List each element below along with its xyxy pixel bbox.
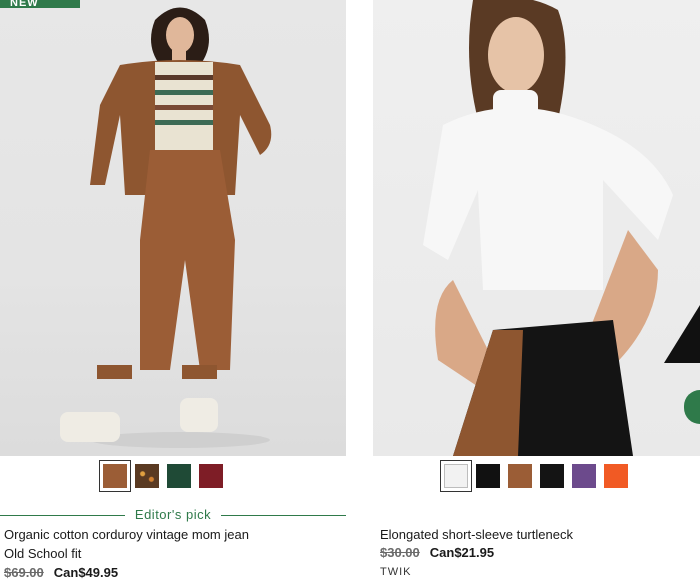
- swatch-floral[interactable]: [135, 464, 159, 488]
- promo-banner[interactable]: [664, 305, 700, 363]
- swatch-black[interactable]: [476, 464, 500, 488]
- original-price: $30.00: [380, 545, 420, 560]
- swatch-white[interactable]: [440, 460, 472, 492]
- swatch-brown[interactable]: [99, 460, 131, 492]
- swatch-green[interactable]: [167, 464, 191, 488]
- product-fit: Old School fit: [4, 546, 82, 561]
- swatch-burgundy[interactable]: [199, 464, 223, 488]
- model-photo: [423, 0, 673, 456]
- model-photo: [60, 7, 272, 448]
- product-image[interactable]: NEW: [0, 0, 346, 456]
- color-swatches: [99, 460, 223, 492]
- brand-label[interactable]: TWIK: [380, 566, 412, 578]
- swatch-orange[interactable]: [604, 464, 628, 488]
- product-title[interactable]: Elongated short-sleeve turtleneck: [380, 527, 573, 542]
- editors-pick-label: Editor's pick: [124, 507, 222, 522]
- original-price: $69.00: [4, 565, 44, 580]
- swatch-brown[interactable]: [508, 464, 532, 488]
- price-row: $30.00 Can$21.95: [380, 545, 494, 560]
- swatch-purple[interactable]: [572, 464, 596, 488]
- swatch-black-2[interactable]: [540, 464, 564, 488]
- sale-price: Can$21.95: [429, 545, 495, 560]
- sale-price: Can$49.95: [53, 565, 119, 580]
- price-row: $69.00 Can$49.95: [4, 565, 118, 580]
- product-title[interactable]: Organic cotton corduroy vintage mom jean: [4, 527, 249, 542]
- new-badge: NEW: [0, 0, 80, 9]
- editors-pick-divider: Editor's pick: [0, 507, 346, 523]
- color-swatches: [440, 460, 628, 492]
- product-image[interactable]: [373, 0, 700, 456]
